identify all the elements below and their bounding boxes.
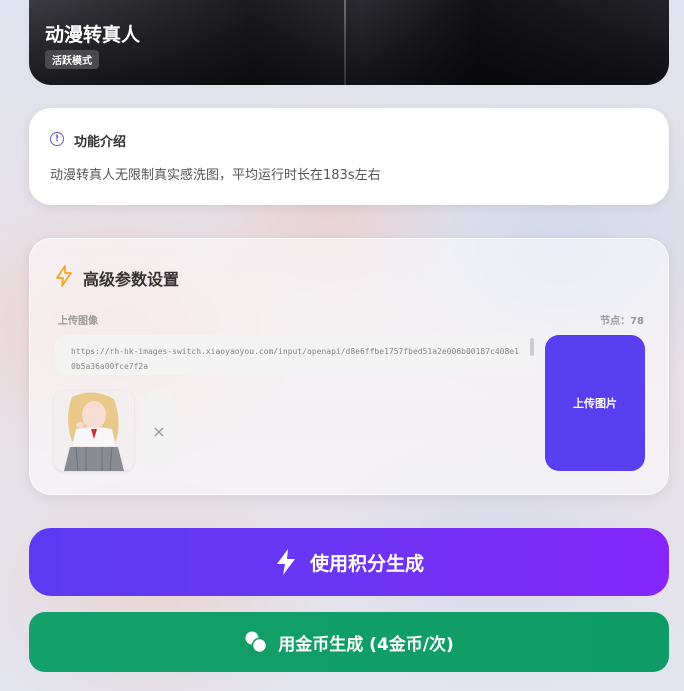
lightning-icon <box>276 549 295 575</box>
hero-banner: 动漫转真人 活跃模式 <box>29 0 669 85</box>
points-button-label: 使用积分生成 <box>309 552 424 575</box>
intro-title: 功能介绍 <box>74 135 127 150</box>
remove-image-button[interactable]: × <box>143 391 175 471</box>
bolt-icon <box>56 265 72 287</box>
url-scrollbar[interactable] <box>530 338 534 356</box>
anime-girl-thumbnail-image <box>54 391 134 471</box>
uploaded-image-thumbnail[interactable] <box>54 391 134 471</box>
info-circle-icon: ! <box>50 132 64 146</box>
image-url-field[interactable]: https://rh-hk-images-switch.xiaoyaoyou.c… <box>55 335 536 375</box>
node-label: 节点：78 <box>600 316 644 327</box>
hero-title: 动漫转真人 <box>45 24 141 46</box>
mode-badge: 活跃模式 <box>45 50 99 69</box>
upload-image-button[interactable]: 上传图片 <box>545 335 645 471</box>
generate-with-coins-button[interactable]: 用金币生成 (4金币/次) <box>29 612 669 672</box>
intro-card: ! 功能介绍 动漫转真人无限制真实感洗图，平均运行时长在183s左右 <box>29 108 669 205</box>
image-url-text: https://rh-hk-images-switch.xiaoyaoyou.c… <box>71 347 519 371</box>
advanced-params-card: 高级参数设置 上传图像 节点：78 https://rh-hk-images-s… <box>29 238 669 495</box>
upload-image-label: 上传图像 <box>58 316 98 327</box>
coins-icon <box>245 631 268 654</box>
params-title: 高级参数设置 <box>83 270 180 289</box>
intro-description: 动漫转真人无限制真实感洗图，平均运行时长在183s左右 <box>50 168 381 183</box>
coins-button-label: 用金币生成 (4金币/次) <box>278 634 454 655</box>
generate-with-points-button[interactable]: 使用积分生成 <box>29 528 669 596</box>
